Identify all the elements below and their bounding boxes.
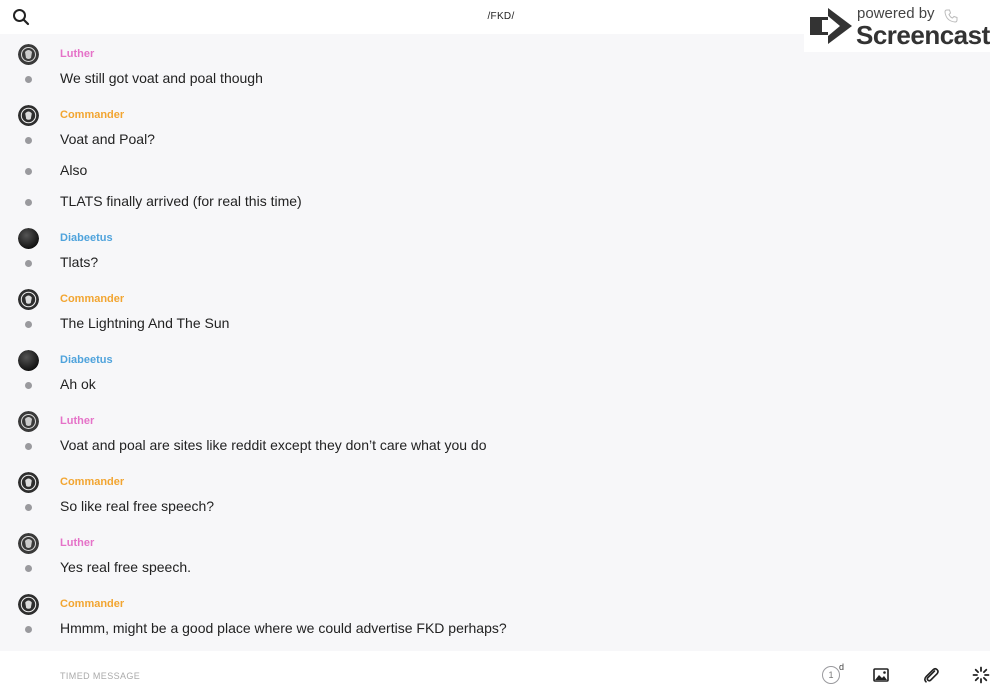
message-status-dot [25, 199, 32, 206]
message-group: Commander The Lightning And The Sun [0, 289, 990, 341]
message-item[interactable]: Hmmm, might be a good place where we cou… [0, 620, 990, 640]
message-text: The Lightning And The Sun [60, 315, 230, 331]
message-item[interactable]: Also [0, 162, 990, 182]
message-status-dot [25, 626, 32, 633]
image-icon [873, 668, 889, 682]
message-item[interactable]: Yes real free speech. [0, 559, 990, 579]
message-status-dot [25, 137, 32, 144]
message-item[interactable]: Voat and poal are sites like reddit exce… [0, 437, 990, 457]
message-item[interactable]: So like real free speech? [0, 498, 990, 518]
message-status-dot [25, 382, 32, 389]
message-text: Yes real free speech. [60, 559, 192, 575]
message-input[interactable] [60, 666, 760, 686]
avatar[interactable] [18, 105, 39, 126]
message-status-dot [25, 168, 32, 175]
sender-name[interactable]: Commander [60, 109, 124, 121]
avatar[interactable] [18, 44, 39, 65]
message-group: Diabeetus Tlats? [0, 228, 990, 280]
sender-name[interactable]: Luther [60, 48, 94, 60]
message-status-dot [25, 504, 32, 511]
message-group: Commander Voat and Poal? Also TLATS finally… [0, 105, 990, 219]
phone-icon [944, 9, 958, 23]
message-group: Luther We still got voat and poal though [0, 44, 990, 96]
message-group: Diabeetus Ah ok [0, 350, 990, 402]
sender-name[interactable]: Luther [60, 537, 94, 549]
message-text: We still got voat and poal though [60, 70, 263, 86]
message-item[interactable]: Voat and Poal? [0, 131, 990, 151]
message-text: So like real free speech? [60, 498, 215, 514]
message-status-dot [25, 443, 32, 450]
message-group: Commander Hmmm, might be a good place whe… [0, 594, 990, 646]
more-button[interactable] [972, 666, 990, 684]
loading-spinner-icon [972, 666, 990, 684]
sender-name[interactable]: Commander [60, 598, 124, 610]
avatar[interactable] [18, 411, 39, 432]
avatar[interactable] [18, 289, 39, 310]
timer-button[interactable]: 1 d [820, 662, 846, 687]
message-status-dot [25, 565, 32, 572]
message-group: Commander So like real free speech? [0, 472, 990, 524]
avatar[interactable] [18, 350, 39, 371]
message-status-dot [25, 321, 32, 328]
avatar[interactable] [18, 594, 39, 615]
message-text: Ah ok [60, 376, 96, 392]
composer-bar: 1 d [0, 651, 990, 700]
message-status-dot [25, 260, 32, 267]
sender-name[interactable]: Diabeetus [60, 232, 113, 244]
message-item[interactable]: Tlats? [0, 254, 990, 274]
message-item[interactable]: We still got voat and poal though [0, 70, 990, 90]
sender-name[interactable]: Luther [60, 415, 94, 427]
message-text: Voat and poal are sites like reddit exce… [60, 437, 487, 453]
message-item[interactable]: Ah ok [0, 376, 990, 396]
image-button[interactable] [872, 666, 890, 684]
sender-name[interactable]: Commander [60, 476, 124, 488]
message-group: Luther Voat and poal are sites like reddi… [0, 411, 990, 463]
timer-unit: d [839, 662, 845, 672]
message-list[interactable]: Luther We still got voat and poal though C… [0, 34, 990, 651]
sender-name[interactable]: Diabeetus [60, 354, 113, 366]
message-item[interactable]: TLATS finally arrived (for real this tim… [0, 193, 990, 213]
attach-button[interactable] [922, 666, 940, 684]
paperclip-icon [924, 667, 939, 683]
message-text: Also [60, 162, 88, 178]
avatar[interactable] [18, 533, 39, 554]
message-item[interactable]: The Lightning And The Sun [0, 315, 990, 335]
sender-name[interactable]: Commander [60, 293, 124, 305]
message-text: Hmmm, might be a good place where we cou… [60, 620, 507, 636]
message-text: TLATS finally arrived (for real this tim… [60, 193, 302, 209]
message-status-dot [25, 76, 32, 83]
avatar[interactable] [18, 228, 39, 249]
timer-value: 1 [822, 666, 840, 684]
message-group: Luther Yes real free speech. [0, 533, 990, 585]
avatar[interactable] [18, 472, 39, 493]
message-text: Voat and Poal? [60, 131, 155, 147]
message-text: Tlats? [60, 254, 99, 270]
